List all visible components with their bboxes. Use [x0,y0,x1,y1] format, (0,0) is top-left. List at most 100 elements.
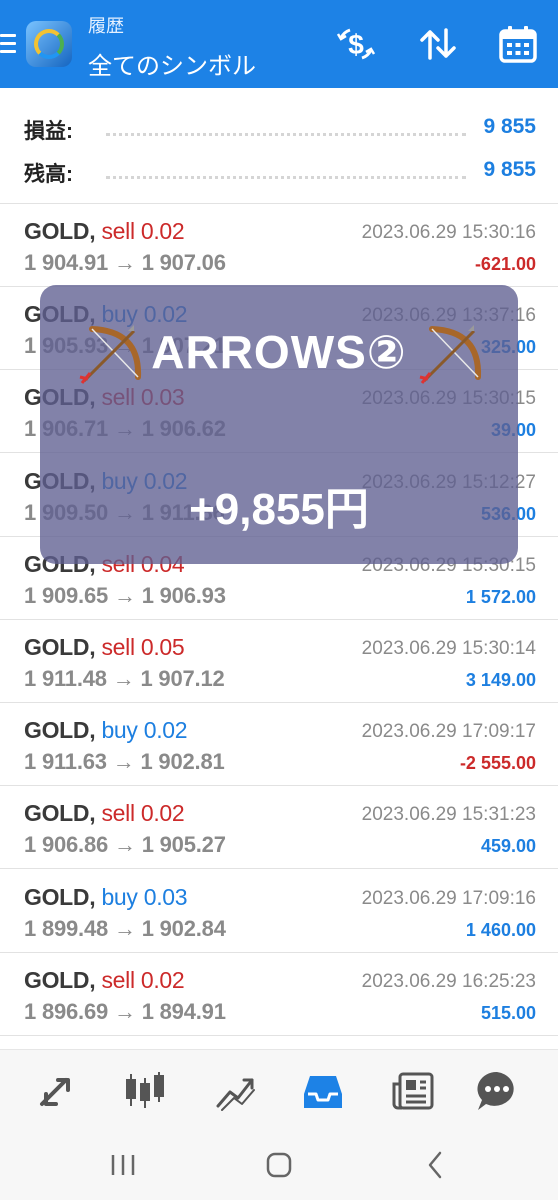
trade-profit: 1 460.00 [465,919,536,940]
back-icon[interactable] [418,1147,454,1183]
trade-time: 2023.06.29 17:09:16 [361,887,536,909]
trade-row[interactable]: GOLD, sell 0.02 1 896.69 → 1 894.91 2023.0… [0,953,558,1036]
trade-symbol: GOLD, buy 0.03 [24,884,188,911]
promo-overlay: ARROWS② +9,855円 [40,285,518,564]
lot-size: 0.03 [143,883,188,910]
trade-side: buy 0.02 [101,717,187,743]
symbol-name: GOLD, [24,218,96,244]
menu-icon[interactable] [0,34,16,56]
trade-row[interactable]: GOLD, buy 0.02 1 911.63 → 1 902.81 2023.06… [0,703,558,787]
arrow-right-icon: → [112,666,135,691]
trade-time: 2023.06.29 15:31:23 [361,804,536,826]
chart-icon[interactable] [122,1068,168,1114]
trade-side: sell 0.02 [101,967,184,993]
recents-icon[interactable] [105,1147,141,1183]
arrow-right-icon: → [113,582,136,608]
trade-symbol: GOLD, sell 0.02 [24,218,185,245]
app-header: 履歴 全てのシンボル $ [0,0,558,88]
trade-profit: 515.00 [480,1002,536,1023]
currency-exchange-icon[interactable]: $ [336,24,376,64]
open-price: 1 909.65 [24,582,109,608]
symbol-name: GOLD, [24,634,96,660]
trade-row[interactable]: GOLD, sell 0.05 1 911.48 → 1 907.12 2023.0… [0,620,558,703]
close-price: 1 894.91 [141,998,226,1024]
trade-side: sell 0.05 [101,634,184,660]
summary-label: 損益: [24,120,73,143]
header-subtitle: 履歴 [88,16,124,36]
trade-side: sell 0.02 [101,800,184,826]
trade-prices: 1 904.91 → 1 907.06 [24,250,226,276]
trade-row[interactable]: GOLD, sell 0.02 1 906.86 → 1 905.27 2023.0… [0,786,558,870]
trade-profit: -2 555.00 [459,753,536,774]
symbol-name: GOLD, [24,966,96,993]
trade-prices: 1 896.69 → 1 894.91 [24,999,226,1025]
open-price: 1 911.63 [24,749,107,775]
news-icon[interactable] [390,1068,436,1114]
close-price: 1 902.84 [141,915,226,941]
summary-profit-row: 損益: 9 855 [0,105,558,145]
bottom-navigation [0,1049,558,1129]
history-icon[interactable] [300,1068,346,1114]
app-logo[interactable] [26,21,72,67]
open-price: 1 906.86 [24,832,109,858]
side-label: sell [101,218,135,244]
close-price: 1 906.93 [141,582,226,608]
trade-prices: 1 899.48 → 1 902.84 [24,916,226,942]
home-icon[interactable] [261,1147,297,1183]
close-price: 1 907.12 [140,666,225,691]
arrow-right-icon: → [113,998,136,1024]
arrow-right-icon: → [113,250,136,275]
trade-row[interactable]: GOLD, buy 0.03 1 899.48 → 1 902.84 2023.06… [0,870,558,953]
arrow-right-icon: → [112,749,135,775]
summary-value: 9 855 [483,158,536,181]
lot-size: 0.02 [140,966,185,993]
svg-text:$: $ [348,29,364,60]
side-label: sell [101,634,135,660]
header-title[interactable]: 全てのシンボル [88,46,256,81]
side-label: buy [101,883,138,910]
close-price: 1 902.81 [140,749,225,775]
summary-value: 9 855 [483,115,536,138]
trade-symbol: GOLD, sell 0.05 [24,634,185,661]
trade-side: buy 0.03 [101,884,187,910]
open-price: 1 899.48 [24,915,109,941]
open-price: 1 904.91 [24,250,109,275]
dotted-leader [106,176,466,179]
summary-balance-row: 残高: 9 855 [0,148,558,188]
side-label: buy [101,717,138,744]
trade-profit: 3 149.00 [465,670,536,690]
overlay-title: ARROWS② [151,326,407,378]
trade-prices: 1 911.48 → 1 907.12 [24,666,225,692]
dotted-leader [106,133,466,136]
summary-label: 残高: [24,163,73,186]
trade-time: 2023.06.29 17:09:17 [361,721,536,743]
trade-profit: -621.00 [474,254,536,274]
trade-prices: 1 909.65 → 1 906.93 [24,583,226,609]
trade-profit: 459.00 [480,836,536,857]
side-label: sell [101,800,135,827]
sort-arrows-icon[interactable] [418,24,458,64]
symbol-name: GOLD, [24,717,96,744]
close-price: 1 907.06 [141,250,226,275]
calendar-icon[interactable] [498,24,538,64]
lot-size: 0.02 [140,218,185,244]
trade-row[interactable]: GOLD, sell 0.02 1 904.91 → 1 907.06 2023.0… [0,204,558,287]
overlay-amount: +9,855円 [189,485,369,534]
mt-history-screen: 履歴 全てのシンボル $ 損益: 9 855 残高: 9 855 GOLD, s… [0,0,558,1200]
trade-symbol: GOLD, sell 0.02 [24,800,185,827]
trade-side: sell 0.02 [101,218,184,244]
symbol-name: GOLD, [24,800,96,827]
trade-time: 2023.06.29 15:30:16 [361,222,536,243]
quotes-icon[interactable] [34,1068,80,1114]
open-price: 1 911.48 [24,666,107,691]
arrow-right-icon: → [113,915,136,941]
trade-time: 2023.06.29 16:25:23 [361,970,536,992]
chat-icon[interactable] [474,1068,520,1114]
close-price: 1 905.27 [141,832,226,858]
lot-size: 0.02 [143,717,188,744]
lot-size: 0.05 [140,634,185,660]
open-price: 1 896.69 [24,998,109,1024]
lot-size: 0.02 [140,800,185,827]
trade-icon[interactable] [212,1068,258,1114]
side-label: sell [101,966,135,993]
